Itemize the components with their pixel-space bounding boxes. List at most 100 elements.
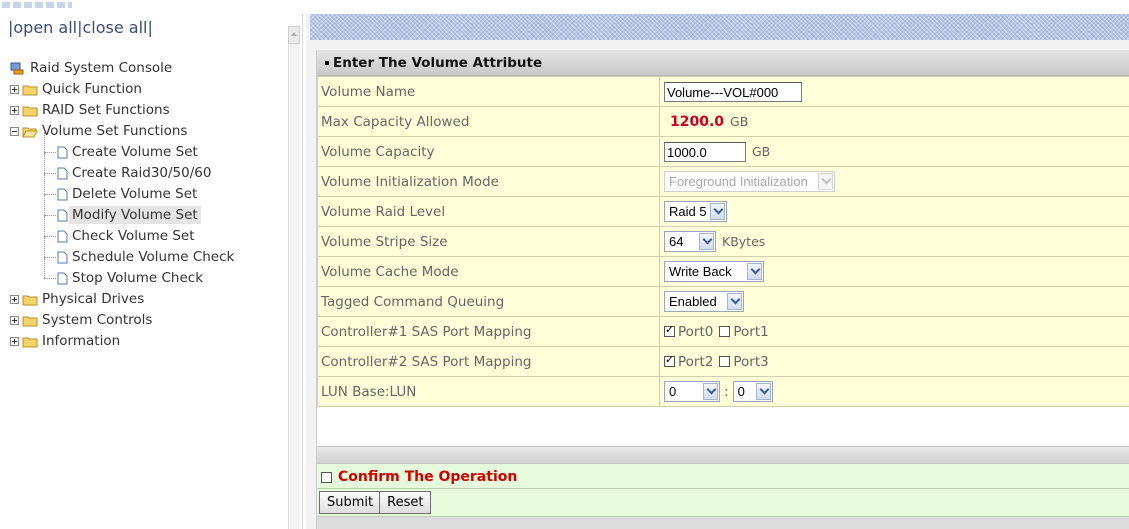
- tree-item-label: Physical Drives: [42, 291, 145, 307]
- field-label: Volume Raid Level: [317, 196, 660, 227]
- tree-item-volume-set-functions[interactable]: Volume Set Functions: [10, 121, 288, 142]
- tree-item-label: Create Volume Set: [72, 144, 198, 160]
- volume-capacity-input[interactable]: 1000.0: [664, 141, 746, 162]
- top-decoration: [2, 2, 72, 8]
- chevron-down-icon: [755, 383, 771, 400]
- volume-name-input[interactable]: Volume---VOL#000: [664, 81, 802, 102]
- tree-item-information[interactable]: Information: [10, 331, 288, 352]
- open-folder-icon: [22, 127, 38, 138]
- table-row: Volume Initialization Mode Foreground In…: [317, 166, 1129, 197]
- table-row: Volume Name Volume---VOL#000: [317, 76, 1129, 107]
- panel-header: Enter The Volume Attribute: [317, 50, 1129, 76]
- field-label: Volume Name: [317, 76, 660, 107]
- submit-button[interactable]: Submit: [319, 491, 382, 514]
- table-row: Volume Raid Level Raid 5: [317, 196, 1129, 227]
- field-label: Volume Stripe Size: [317, 226, 660, 257]
- folder-icon: [22, 106, 38, 117]
- expand-icon[interactable]: [10, 316, 19, 325]
- checkbox-label: Port3: [733, 353, 769, 370]
- tree-item-quick-function[interactable]: Quick Function: [10, 79, 288, 100]
- tree-item-label: Information: [42, 333, 121, 349]
- chevron-down-icon: [747, 263, 762, 280]
- stripe-size-select[interactable]: 64: [664, 231, 716, 252]
- folder-icon: [22, 337, 38, 348]
- port2-checkbox[interactable]: [664, 353, 675, 367]
- confirm-checkbox[interactable]: [321, 472, 332, 483]
- table-row: Volume Cache Mode Write Back: [317, 256, 1129, 287]
- tree-item-physical-drives[interactable]: Physical Drives: [10, 289, 288, 310]
- tree-item-raid-set-functions[interactable]: RAID Set Functions: [10, 100, 288, 121]
- scrollbar-track[interactable]: [288, 44, 300, 529]
- top-strip: [0, 0, 1129, 12]
- tree-item-modify-volume-set[interactable]: Modify Volume Set: [10, 195, 288, 226]
- field-label: Controller#1 SAS Port Mapping: [317, 316, 660, 347]
- chevron-down-icon: [727, 293, 742, 310]
- tree-item-label: Stop Volume Check: [72, 270, 204, 286]
- table-row: Tagged Command Queuing Enabled: [317, 286, 1129, 317]
- open-all-link[interactable]: open all: [13, 18, 77, 37]
- tree-item-label: Volume Set Functions: [42, 123, 188, 139]
- port1-checkbox[interactable]: [719, 326, 731, 337]
- chevron-down-icon: [699, 233, 714, 250]
- lun-select[interactable]: 0: [732, 381, 773, 402]
- unit-label: GB: [752, 144, 771, 159]
- collapse-icon[interactable]: [10, 127, 19, 136]
- folder-icon: [22, 85, 38, 96]
- page-icon: [57, 251, 68, 264]
- expand-icon[interactable]: [10, 85, 19, 94]
- field-label: Max Capacity Allowed: [317, 106, 660, 137]
- tree-item-delete-volume-set[interactable]: Delete Volume Set: [10, 174, 288, 205]
- tree-item-create-raid30-50-60[interactable]: Create Raid30/50/60: [10, 153, 288, 184]
- port3-checkbox[interactable]: [719, 356, 731, 367]
- tree-item-system-controls[interactable]: System Controls: [10, 310, 288, 331]
- reset-button[interactable]: Reset: [379, 491, 432, 514]
- init-mode-select: Foreground Initialization: [664, 171, 835, 192]
- checkbox-label: Port2: [678, 353, 714, 370]
- tcq-select[interactable]: Enabled: [664, 291, 744, 312]
- tree-item-create-volume-set[interactable]: Create Volume Set: [10, 132, 288, 163]
- tree-item-label: Create Raid30/50/60: [72, 165, 212, 181]
- scroll-up-button[interactable]: [288, 26, 300, 44]
- root-label: Raid System Console: [30, 60, 173, 76]
- expand-icon[interactable]: [10, 337, 19, 346]
- volume-attribute-panel: Enter The Volume Attribute Volume Name V…: [316, 50, 1129, 529]
- port0-checkbox[interactable]: [664, 323, 675, 337]
- field-label: Controller#2 SAS Port Mapping: [317, 346, 660, 377]
- table-row: Controller#1 SAS Port Mapping Port0 Port1: [317, 316, 1129, 347]
- field-label: Volume Initialization Mode: [317, 166, 660, 197]
- expand-icon[interactable]: [10, 106, 19, 115]
- attribute-table: Volume Name Volume---VOL#000 Max Capacit…: [317, 76, 1129, 407]
- bottom-bar: [317, 517, 1129, 529]
- open-close-links: |open all|close all|: [8, 18, 153, 37]
- table-row: LUN Base:LUN 0:0: [317, 376, 1129, 407]
- expand-icon[interactable]: [10, 295, 19, 304]
- page-icon: [57, 167, 68, 180]
- panel-title: Enter The Volume Attribute: [333, 55, 543, 71]
- chevron-down-icon: [703, 383, 718, 400]
- raid-level-select[interactable]: Raid 5: [664, 201, 727, 222]
- tree-root[interactable]: Raid System Console: [10, 58, 288, 79]
- page-icon: [57, 146, 68, 159]
- lun-separator: :: [724, 383, 729, 400]
- unit-label: GB: [730, 114, 749, 129]
- field-label: LUN Base:LUN: [317, 376, 660, 407]
- tree-item-label: Delete Volume Set: [72, 186, 198, 202]
- field-label: Tagged Command Queuing: [317, 286, 660, 317]
- close-all-link[interactable]: close all: [83, 18, 148, 37]
- confirm-label: Confirm The Operation: [338, 469, 518, 485]
- tree-item-label: System Controls: [42, 312, 153, 328]
- tree-item-stop-volume-check[interactable]: Stop Volume Check: [10, 258, 288, 289]
- checkbox-label: Port1: [733, 323, 769, 340]
- chevron-down-icon: [710, 203, 725, 220]
- lun-base-select[interactable]: 0: [664, 381, 720, 402]
- page-icon: [57, 188, 68, 201]
- tree-item-schedule-volume-check[interactable]: Schedule Volume Check: [10, 237, 288, 268]
- navigation-frame: |open all|close all| Raid System Console…: [0, 14, 303, 529]
- cache-mode-select[interactable]: Write Back: [664, 261, 764, 282]
- tree-item-label: Schedule Volume Check: [72, 249, 235, 265]
- tree-item-label: Quick Function: [42, 81, 142, 97]
- confirm-row: Confirm The Operation: [317, 464, 1129, 489]
- tree-item-label: Check Volume Set: [72, 228, 195, 244]
- table-row: Volume Stripe Size 64 KBytes: [317, 226, 1129, 257]
- tree-item-check-volume-set[interactable]: Check Volume Set: [10, 216, 288, 247]
